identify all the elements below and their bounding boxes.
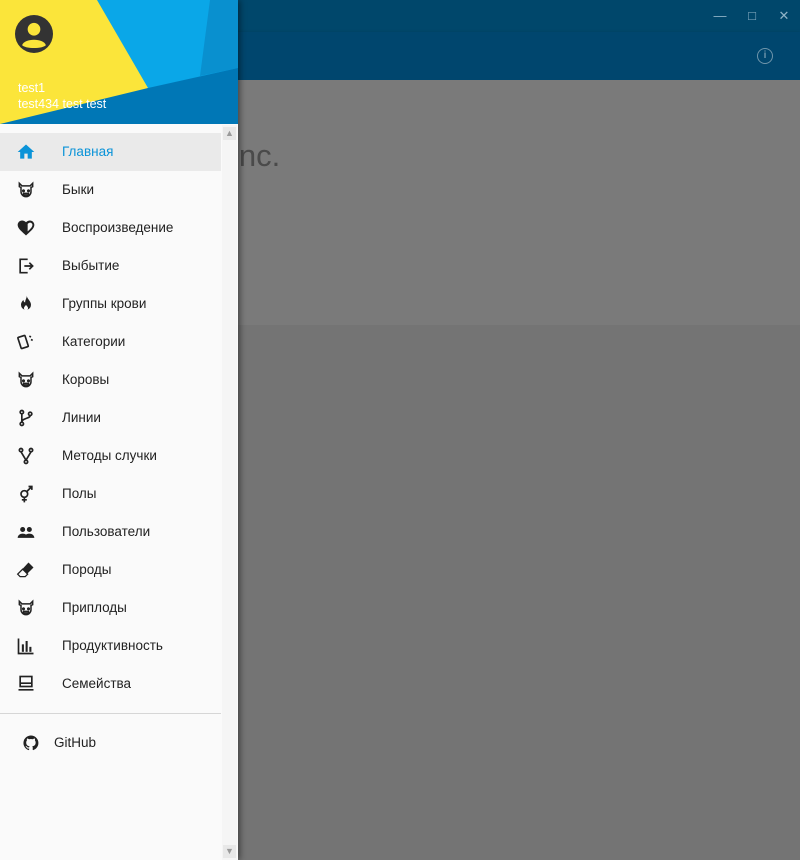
info-icon[interactable]: i [757, 48, 773, 64]
eraser-icon [16, 562, 34, 578]
nav-item-home[interactable]: Главная [0, 133, 221, 171]
nav-item-label: Категории [62, 334, 126, 349]
scroll-down-icon[interactable]: ▼ [223, 845, 236, 858]
scroll-up-icon[interactable]: ▲ [223, 127, 236, 140]
user-name: test1 [18, 81, 46, 95]
nav-item-label: Воспроизведение [62, 220, 174, 235]
nav-item-mating-methods[interactable]: Методы случки [0, 437, 221, 475]
home-icon [17, 144, 35, 159]
nav-item-label: Породы [62, 562, 112, 577]
nav-item-label: Выбытие [62, 258, 120, 273]
nav-list: Главная Быки Воспроизведение Выбытие Гру… [0, 133, 221, 703]
cow-icon [18, 599, 34, 616]
nav-item-label: Группы крови [62, 296, 147, 311]
source-fork-icon [18, 447, 34, 465]
avatar[interactable] [15, 15, 53, 53]
nav-item-genders[interactable]: Полы [0, 475, 221, 513]
maximize-icon[interactable]: □ [744, 8, 760, 24]
divider [0, 713, 221, 714]
nav-item-lines[interactable]: Линии [0, 399, 221, 437]
nav-item-cows[interactable]: Коровы [0, 361, 221, 399]
laptop-icon [18, 675, 34, 691]
nav-item-productivity[interactable]: Продуктивность [0, 627, 221, 665]
nav-item-blood-groups[interactable]: Группы крови [0, 285, 221, 323]
logout-icon [19, 258, 34, 274]
drawer-header: test1 test434 test test [0, 0, 238, 124]
nav-item-users[interactable]: Пользователи [0, 513, 221, 551]
cow-icon [18, 181, 34, 198]
nav-item-label: Семейства [62, 676, 132, 691]
nav-item-label: Приплоды [62, 600, 127, 615]
fire-icon [21, 295, 31, 311]
nav-item-reproduction[interactable]: Воспроизведение [0, 209, 221, 247]
nav-item-label: Линии [62, 410, 101, 425]
nav-item-categories[interactable]: Категории [0, 323, 221, 361]
nav-item-label: Главная [62, 144, 114, 159]
nav-item-label: Продуктивность [62, 638, 163, 653]
heart-half-icon [17, 220, 35, 236]
close-icon[interactable]: ✕ [776, 8, 792, 24]
gender-icon [20, 485, 33, 503]
nav-item-label: Полы [62, 486, 97, 501]
minimize-icon[interactable]: — [712, 8, 728, 24]
page-title: inc. [232, 138, 281, 173]
nav-item-label: Методы случки [62, 448, 157, 463]
drawer-scrollbar[interactable]: ▲ ▼ [222, 125, 237, 860]
navigation-drawer: test1 test434 test test Главная Быки Вос… [0, 0, 238, 860]
source-branch-icon [19, 409, 33, 427]
cards-icon [17, 334, 34, 350]
github-icon [23, 735, 39, 751]
nav-item-label: Быки [62, 182, 95, 197]
nav-item-label: Пользователи [62, 524, 151, 539]
nav-item-github[interactable]: GitHub [0, 724, 221, 762]
nav-item-disposal[interactable]: Выбытие [0, 247, 221, 285]
nav-item-breeds[interactable]: Породы [0, 551, 221, 589]
nav-item-offspring[interactable]: Приплоды [0, 589, 221, 627]
cow-icon [18, 371, 34, 388]
github-label: GitHub [54, 735, 97, 750]
user-email: test434 test test [18, 97, 107, 111]
nav-item-families[interactable]: Семейства [0, 665, 221, 703]
nav-item-bulls[interactable]: Быки [0, 171, 221, 209]
people-icon [17, 527, 35, 538]
nav-item-label: Коровы [62, 372, 110, 387]
bar-chart-icon [17, 638, 34, 655]
